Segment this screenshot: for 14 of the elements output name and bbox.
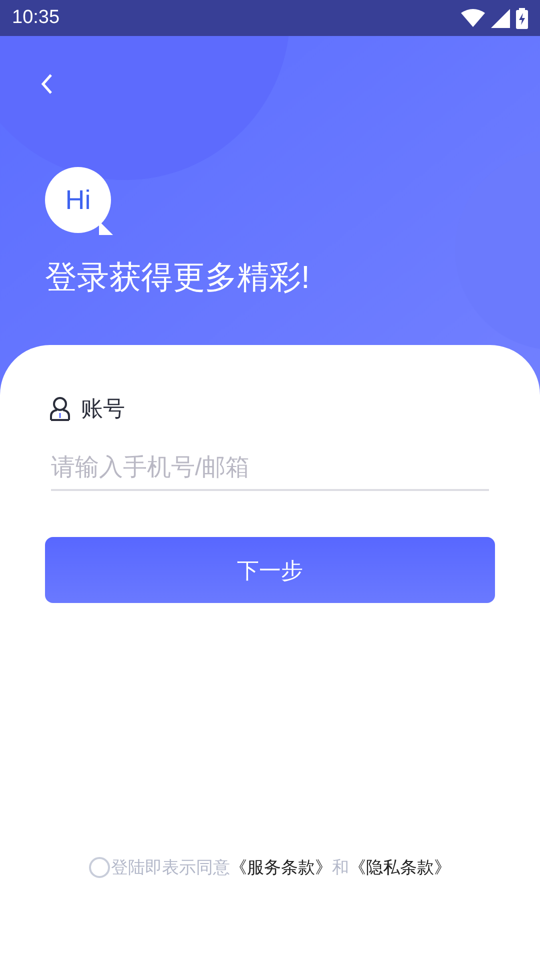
agreement-checkbox[interactable]: [89, 856, 110, 878]
signal-icon: [491, 8, 510, 28]
terms-link[interactable]: 《服务条款》: [230, 854, 332, 880]
page-title: 登录获得更多精彩!: [45, 258, 311, 297]
agreement-text: 登陆即表示同意: [111, 856, 230, 878]
agreement-connector: 和: [332, 856, 349, 878]
next-button[interactable]: 下一步: [45, 537, 495, 603]
privacy-link[interactable]: 《隐私条款》: [349, 854, 451, 880]
status-time: 10:35: [12, 6, 60, 30]
user-icon: [49, 396, 71, 420]
account-label: 账号: [81, 395, 125, 423]
wifi-icon: [461, 9, 485, 27]
battery-icon: [516, 8, 528, 28]
account-input-field[interactable]: 请输入手机号/邮箱: [51, 447, 489, 491]
